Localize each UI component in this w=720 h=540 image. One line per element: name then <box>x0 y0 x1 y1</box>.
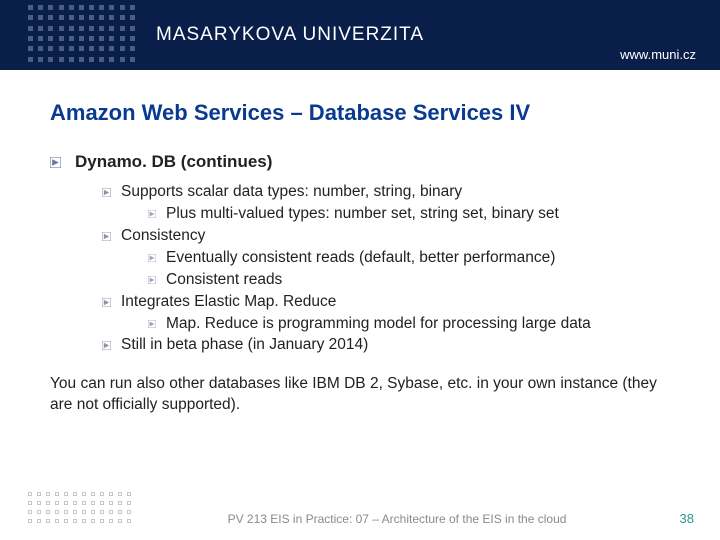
bullet-icon <box>102 188 111 197</box>
slide-title: Amazon Web Services – Database Services … <box>50 100 670 126</box>
closing-paragraph: You can run also other databases like IB… <box>50 374 670 416</box>
list-item: Still in beta phase (in January 2014) <box>102 335 670 356</box>
header-bar: MASARYKOVA UNIVERZITA www.muni.cz <box>0 0 720 70</box>
list-item: Integrates Elastic Map. Reduce <box>102 292 670 313</box>
list-subitem: Plus multi-valued types: number set, str… <box>148 204 670 225</box>
bullet-icon <box>50 157 61 168</box>
university-name: MASARYKOVA UNIVERZITA <box>156 24 424 46</box>
list-item-label: Still in beta phase (in January 2014) <box>121 335 368 356</box>
list-subitem: Eventually consistent reads (default, be… <box>148 248 670 269</box>
slide-content: Amazon Web Services – Database Services … <box>0 70 720 416</box>
list-item-label: Integrates Elastic Map. Reduce <box>121 292 336 313</box>
bullet-icon <box>102 298 111 307</box>
bullet-icon <box>148 210 156 218</box>
list-subitem: Consistent reads <box>148 270 670 291</box>
header-url: www.muni.cz <box>620 47 696 62</box>
header-dots-decor <box>28 5 138 65</box>
bullet-icon <box>102 341 111 350</box>
list-subitem-label: Consistent reads <box>166 270 282 291</box>
bullet-icon <box>148 254 156 262</box>
section-heading: Dynamo. DB (continues) <box>50 152 670 172</box>
bullet-icon <box>148 276 156 284</box>
list-subitem-label: Eventually consistent reads (default, be… <box>166 248 555 269</box>
bullet-icon <box>102 232 111 241</box>
list-item: Supports scalar data types: number, stri… <box>102 182 670 203</box>
page-number: 38 <box>660 511 720 526</box>
footer-dots-decor <box>28 492 134 526</box>
list-item: Consistency <box>102 226 670 247</box>
list-item-label: Consistency <box>121 226 205 247</box>
footer-text: PV 213 EIS in Practice: 07 – Architectur… <box>134 512 660 526</box>
section-label: Dynamo. DB (continues) <box>75 152 272 172</box>
list-subitem: Map. Reduce is programming model for pro… <box>148 314 670 335</box>
list-subitem-label: Map. Reduce is programming model for pro… <box>166 314 591 335</box>
bullet-icon <box>148 320 156 328</box>
list-subitem-label: Plus multi-valued types: number set, str… <box>166 204 559 225</box>
list-item-label: Supports scalar data types: number, stri… <box>121 182 462 203</box>
footer: PV 213 EIS in Practice: 07 – Architectur… <box>0 492 720 526</box>
